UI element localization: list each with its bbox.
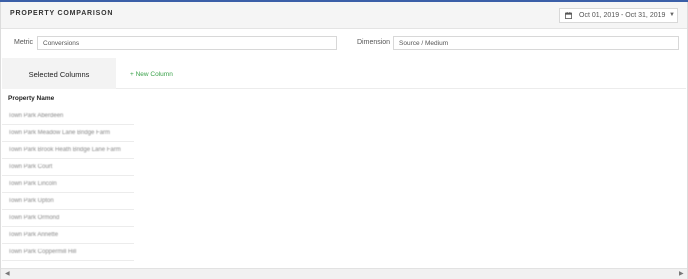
table-row[interactable]: Town Park Aberdeen xyxy=(2,108,134,125)
property-name: Town Park Meadow Lane Bridge Farm xyxy=(8,130,111,136)
dimension-label: Dimension xyxy=(357,39,391,46)
table-row[interactable]: Town Park Lincoln xyxy=(2,176,134,193)
page-title: PROPERTY COMPARISON xyxy=(10,10,114,17)
property-name: Town Park Court xyxy=(8,164,53,170)
table-row[interactable]: Town Park Annette xyxy=(2,227,134,244)
table-row[interactable]: Town Park Court xyxy=(2,159,134,176)
dimension-field[interactable]: Source / Medium xyxy=(393,36,679,50)
calendar-icon xyxy=(565,12,572,19)
property-name: Town Park Upton xyxy=(8,198,54,204)
scroll-right-arrow-icon[interactable]: ▶ xyxy=(679,270,684,277)
property-name: Town Park Lincoln xyxy=(8,181,57,187)
table-row[interactable]: Town Park Brook Heath Bridge Lane Farm xyxy=(2,142,134,159)
new-column-button[interactable]: + New Column xyxy=(130,71,173,78)
property-name: Town Park Annette xyxy=(8,232,59,238)
property-name: Town Park Brook Heath Bridge Lane Farm xyxy=(8,147,121,153)
property-name: Town Park Ormond xyxy=(8,215,60,221)
tab-selected-columns-label: Selected Columns xyxy=(28,70,90,79)
tab-selected-columns[interactable]: Selected Columns xyxy=(2,58,116,89)
table-row[interactable]: Town Park Meadow Lane Bridge Farm xyxy=(2,125,134,142)
metric-field[interactable]: Conversions xyxy=(37,36,337,50)
table-row[interactable]: Town Park Coppermill Hill xyxy=(2,244,134,261)
metric-label: Metric xyxy=(14,39,34,46)
date-range-picker[interactable]: Oct 01, 2019 - Oct 31, 2019 ▼ xyxy=(559,8,678,23)
column-header-property-name: Property Name xyxy=(8,95,55,102)
table-row[interactable]: Town Park Ormond xyxy=(2,210,134,227)
property-name: Town Park Coppermill Hill xyxy=(8,249,77,255)
scroll-left-arrow-icon[interactable]: ◀ xyxy=(5,270,10,277)
chevron-down-icon: ▼ xyxy=(669,12,675,18)
property-name: Town Park Aberdeen xyxy=(8,113,64,119)
horizontal-scrollbar[interactable]: ◀ ▶ xyxy=(1,268,687,279)
table-row[interactable]: Town Park Upton xyxy=(2,193,134,210)
tab-divider xyxy=(116,88,686,89)
date-range-text: Oct 01, 2019 - Oct 31, 2019 xyxy=(579,12,666,19)
